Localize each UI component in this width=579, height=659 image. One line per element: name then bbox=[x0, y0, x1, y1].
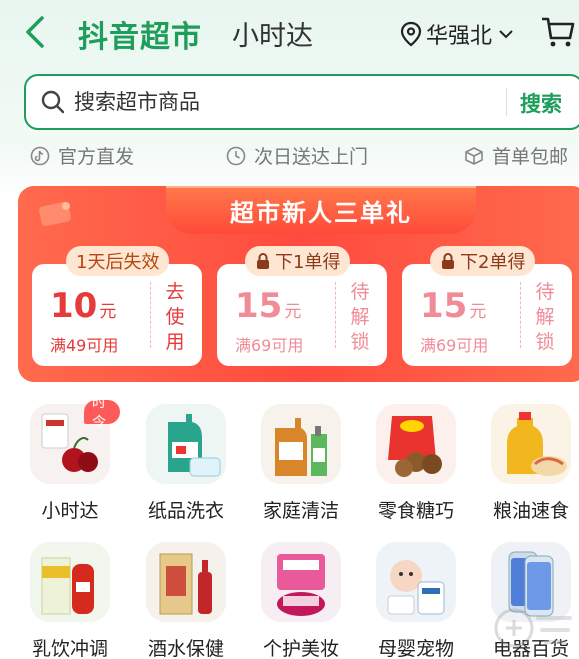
coupon-unlock-tag: 下2单得 bbox=[430, 246, 536, 276]
back-arrow-icon[interactable] bbox=[20, 14, 52, 50]
cart-icon[interactable] bbox=[540, 14, 576, 50]
coupon-value: 15 bbox=[235, 286, 283, 326]
feature-nextday: 次日送达上门 bbox=[226, 142, 368, 169]
locked-coupon-status: 待解锁 bbox=[350, 281, 370, 353]
category-label: 纸品洗衣 bbox=[147, 500, 224, 522]
use-coupon-button[interactable]: 去使用 bbox=[164, 280, 186, 355]
locked-coupon-status: 待解锁 bbox=[535, 281, 555, 353]
category-image bbox=[261, 404, 341, 484]
category-label: 粮油速食 bbox=[492, 500, 569, 522]
coupon-unlock-tag: 下1单得 bbox=[245, 246, 351, 276]
category-image bbox=[376, 542, 456, 622]
coupon-card[interactable]: 下2单得 15 元 满69可用 待解锁 bbox=[402, 246, 572, 366]
coupon-condition: 满69可用 bbox=[235, 336, 304, 355]
category-label: 乳饮冲调 bbox=[31, 638, 108, 659]
brand-title: 抖音超市 bbox=[78, 20, 202, 55]
coupon-tag-label: 下1单得 bbox=[275, 252, 341, 273]
coupon-amount: 10 元 bbox=[50, 286, 116, 326]
tab-hourly-delivery[interactable]: 小时达 bbox=[232, 14, 313, 53]
coupon-divider bbox=[520, 282, 521, 348]
coupon-value: 10 bbox=[50, 286, 98, 326]
category-image bbox=[261, 542, 341, 622]
location-label: 华强北 bbox=[426, 24, 493, 49]
coupon-card[interactable]: 下1单得 15 元 满69可用 待解锁 bbox=[217, 246, 387, 366]
lock-icon bbox=[257, 253, 269, 269]
coupon-decoration-icon bbox=[38, 201, 72, 227]
feature-label: 官方直发 bbox=[58, 146, 135, 168]
service-features: 官方直发 次日送达上门 首单包邮 bbox=[0, 142, 579, 172]
seasonal-badge: 时令 bbox=[84, 395, 120, 431]
feature-official: 官方直发 bbox=[30, 142, 134, 169]
new-user-promo-card[interactable]: 超市新人三单礼 1天后失效 10 元 满49可用 去使用 下1单得 15 元 满… bbox=[18, 186, 579, 382]
coupon-amount: 15 元 bbox=[235, 286, 301, 326]
category-label: 个护美妆 bbox=[262, 638, 339, 659]
clock-icon bbox=[226, 146, 246, 165]
location-selector[interactable]: 华强北 bbox=[400, 18, 514, 50]
watermark-logo-icon bbox=[494, 608, 572, 648]
top-bar: 抖音超市 小时达 华强北 bbox=[0, 0, 579, 64]
coupon-value: 15 bbox=[420, 286, 468, 326]
search-button[interactable]: 搜索 bbox=[520, 88, 562, 118]
coupon-amount: 15 元 bbox=[420, 286, 486, 326]
coupon-unit: 元 bbox=[284, 302, 302, 322]
category-image bbox=[376, 404, 456, 484]
chevron-down-icon bbox=[499, 30, 513, 39]
search-divider bbox=[506, 88, 507, 116]
feature-label: 次日送达上门 bbox=[254, 146, 369, 168]
location-pin-icon bbox=[400, 21, 422, 47]
coupon-condition: 满49可用 bbox=[50, 336, 119, 355]
category-label: 酒水保健 bbox=[147, 638, 224, 659]
category-image bbox=[146, 404, 226, 484]
feature-free-shipping: 首单包邮 bbox=[464, 142, 568, 169]
coupon-tag-label: 1天后失效 bbox=[76, 252, 160, 273]
search-input[interactable] bbox=[74, 90, 494, 114]
promo-banner: 超市新人三单礼 bbox=[166, 186, 476, 234]
category-label: 零食糖巧 bbox=[377, 500, 454, 522]
coupon-tag-label: 下2单得 bbox=[460, 252, 526, 273]
coupon-expiry-tag: 1天后失效 bbox=[66, 246, 170, 276]
coupon-unit: 元 bbox=[469, 302, 487, 322]
coupon-unit: 元 bbox=[99, 302, 117, 322]
category-label: 小时达 bbox=[41, 500, 99, 522]
category-image bbox=[146, 542, 226, 622]
category-image bbox=[30, 542, 110, 622]
coupon-card[interactable]: 1天后失效 10 元 满49可用 去使用 bbox=[32, 246, 202, 366]
promo-title: 超市新人三单礼 bbox=[230, 198, 412, 227]
category-label: 家庭清洁 bbox=[262, 500, 339, 522]
package-icon bbox=[465, 146, 483, 165]
coupon-divider bbox=[150, 282, 151, 348]
category-label: 母婴宠物 bbox=[377, 638, 454, 659]
coupon-condition: 满69可用 bbox=[420, 336, 489, 355]
category-image bbox=[491, 404, 571, 484]
lock-icon bbox=[442, 253, 454, 269]
tiktok-icon bbox=[30, 146, 50, 165]
feature-label: 首单包邮 bbox=[492, 146, 569, 168]
coupon-divider bbox=[335, 282, 336, 348]
search-bar[interactable]: 搜索 bbox=[24, 74, 579, 130]
search-icon bbox=[41, 90, 65, 114]
